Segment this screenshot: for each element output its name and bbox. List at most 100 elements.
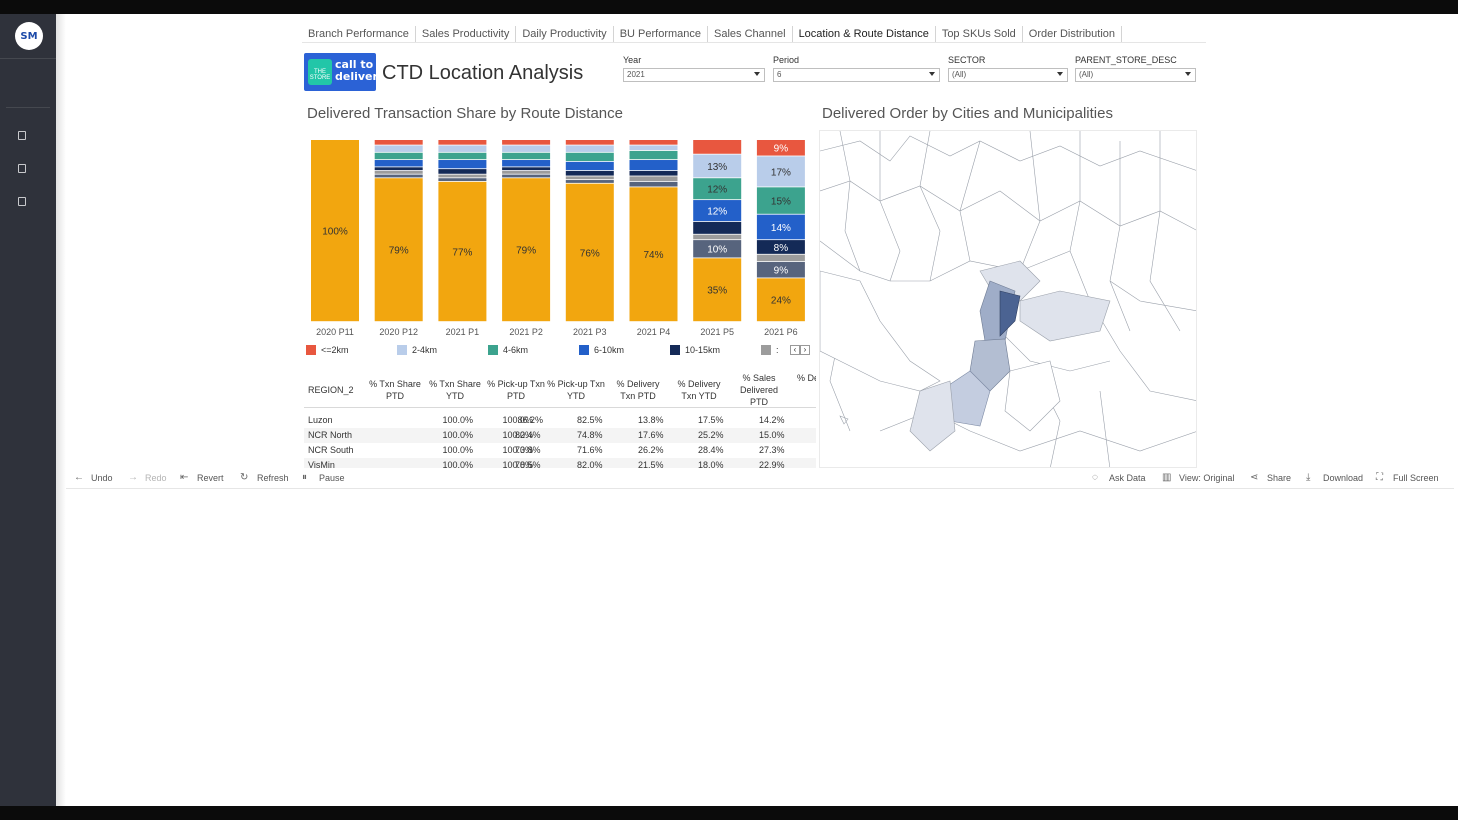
undo-button[interactable]: ← Undo	[74, 473, 113, 484]
view-original-button[interactable]: ▥ View: Original	[1162, 473, 1234, 484]
bar-segment[interactable]	[629, 181, 678, 187]
legend-item[interactable]: 6-10km	[579, 345, 624, 355]
bar-segment[interactable]	[502, 145, 551, 152]
tab-sales-productivity[interactable]: Sales Productivity	[416, 26, 517, 42]
sm-logo-text: SM	[20, 30, 38, 42]
region-shape[interactable]	[999, 290, 1021, 337]
table-row[interactable]: NCR North 100.0% 100.0% 82.4% 74.8% 17.6…	[304, 428, 816, 443]
route-distance-bar-chart[interactable]: 2020 P11 100% 2020 P12 79% 2021 P1 77% 2021 P2…	[304, 132, 816, 342]
sector-select[interactable]: (All)	[948, 68, 1068, 82]
revert-button[interactable]: ⇤ Revert	[180, 473, 224, 484]
tab-top-skus-sold[interactable]: Top SKUs Sold	[936, 26, 1023, 42]
region-shape[interactable]	[1004, 360, 1061, 432]
tab-sales-channel[interactable]: Sales Channel	[708, 26, 793, 42]
bar-segment[interactable]	[374, 145, 423, 152]
table-row[interactable]: VisMin 100.0% 100.0% 78.5% 82.0% 21.5% 1…	[304, 458, 816, 468]
page-icon[interactable]	[18, 131, 26, 140]
sm-logo-icon[interactable]: SM	[15, 22, 43, 50]
bar-segment[interactable]	[374, 167, 423, 171]
bar-segment[interactable]	[565, 145, 614, 152]
download-icon: ⤓	[1306, 472, 1311, 483]
legend-item[interactable]: 2-4km	[397, 345, 437, 355]
tab-branch-performance[interactable]: Branch Performance	[302, 26, 416, 42]
ask-data-button[interactable]: ◌ Ask Data	[1092, 473, 1146, 484]
bar-segment[interactable]	[693, 221, 742, 234]
bar-segment[interactable]	[502, 170, 551, 174]
bar-segment[interactable]	[438, 169, 487, 174]
full-screen-button[interactable]: ⛶ Full Screen	[1376, 473, 1439, 484]
table-row[interactable]: Luzon 100.0% 100.0% 86.2% 82.5% 13.8% 17…	[304, 413, 816, 428]
bar-segment[interactable]	[565, 140, 614, 145]
legend-label: 10-15km	[685, 345, 721, 355]
bar-segment[interactable]	[693, 234, 742, 240]
bar-segment[interactable]	[502, 152, 551, 160]
table-cell: 15.0%	[759, 430, 785, 440]
table-cell: 22.9%	[759, 460, 785, 468]
city-choropleth-map[interactable]	[819, 130, 1197, 468]
tab-order-distribution[interactable]: Order Distribution	[1023, 26, 1122, 42]
tab-bu-performance[interactable]: BU Performance	[614, 26, 708, 42]
bar-segment[interactable]	[438, 174, 487, 178]
bar-segment[interactable]	[374, 160, 423, 167]
parent-store-select[interactable]: (All)	[1075, 68, 1196, 82]
table-cell: 100.0%	[442, 415, 473, 425]
share-button[interactable]: ⋖ Share	[1250, 473, 1292, 484]
legend-item[interactable]: 10-15km	[670, 345, 720, 355]
bar-segment[interactable]	[438, 178, 487, 182]
bar-segment[interactable]	[502, 167, 551, 171]
legend-item[interactable]: <=2km	[306, 345, 349, 355]
bar-segment[interactable]	[438, 140, 487, 145]
year-select[interactable]: 2021	[623, 68, 765, 82]
table-cell: 14.2%	[759, 415, 785, 425]
revert-label: Revert	[197, 473, 224, 483]
bar-segment[interactable]	[374, 140, 423, 145]
tab-location-route-distance[interactable]: Location & Route Distance	[792, 26, 936, 42]
download-button[interactable]: ⤓ Download	[1306, 472, 1363, 484]
bar-segment[interactable]	[629, 176, 678, 182]
bar-segment[interactable]	[756, 254, 805, 262]
bar-segment[interactable]	[374, 174, 423, 178]
region-cell: NCR South	[308, 445, 354, 455]
x-tick-label: 2021 P2	[509, 327, 543, 337]
bar-segment[interactable]	[629, 160, 678, 171]
bar-segment[interactable]	[438, 152, 487, 160]
refresh-button[interactable]: ↻ Refresh	[240, 473, 289, 484]
region-shape[interactable]	[1019, 290, 1111, 342]
bar-segment[interactable]	[629, 145, 678, 151]
bar-segment[interactable]	[374, 152, 423, 160]
bar-segment[interactable]	[565, 176, 614, 180]
bar-segment[interactable]	[438, 145, 487, 152]
bar-segment[interactable]	[629, 170, 678, 176]
bar-segment[interactable]	[502, 174, 551, 178]
bar-segment[interactable]	[502, 140, 551, 145]
legend-item[interactable]: :	[761, 345, 779, 355]
bar-segment[interactable]	[438, 160, 487, 169]
pause-button[interactable]: ⏸ Pause	[302, 473, 345, 484]
bar-segment[interactable]	[629, 150, 678, 160]
table-row[interactable]: NCR South 100.0% 100.0% 73.8% 71.6% 26.2…	[304, 443, 816, 458]
page-icon[interactable]	[18, 164, 26, 173]
bar-segment[interactable]	[374, 170, 423, 174]
region-shape[interactable]	[909, 380, 956, 452]
bar-segment[interactable]	[629, 140, 678, 145]
tab-daily-productivity[interactable]: Daily Productivity	[516, 26, 614, 42]
bar-segment[interactable]	[693, 140, 742, 154]
bar-segment[interactable]	[565, 170, 614, 176]
bar-segment[interactable]	[565, 161, 614, 171]
legend-prev-icon[interactable]: ‹	[790, 345, 800, 355]
bar-segment[interactable]	[565, 152, 614, 162]
page-icon[interactable]	[18, 197, 26, 206]
bar-segment[interactable]	[565, 180, 614, 183]
data-label: 9%	[774, 266, 789, 277]
sidebar-shadow	[56, 14, 66, 806]
bar-segment[interactable]	[502, 160, 551, 167]
table-header: REGION_2 % Txn Share PTD % Txn Share YTD…	[304, 372, 816, 408]
share-label: Share	[1267, 473, 1292, 483]
tableau-toolbar: ← Undo → Redo ⇤ Revert ↻ Refresh ⏸ Pause ◌ Ask…	[66, 470, 1454, 488]
top-bar	[0, 0, 1458, 14]
legend-next-icon[interactable]: ›	[800, 345, 810, 355]
legend-item[interactable]: 4-6km	[488, 345, 528, 355]
redo-button[interactable]: → Redo	[128, 473, 167, 484]
period-select[interactable]: 6	[773, 68, 940, 82]
logo-line-2: deliver	[335, 70, 378, 83]
